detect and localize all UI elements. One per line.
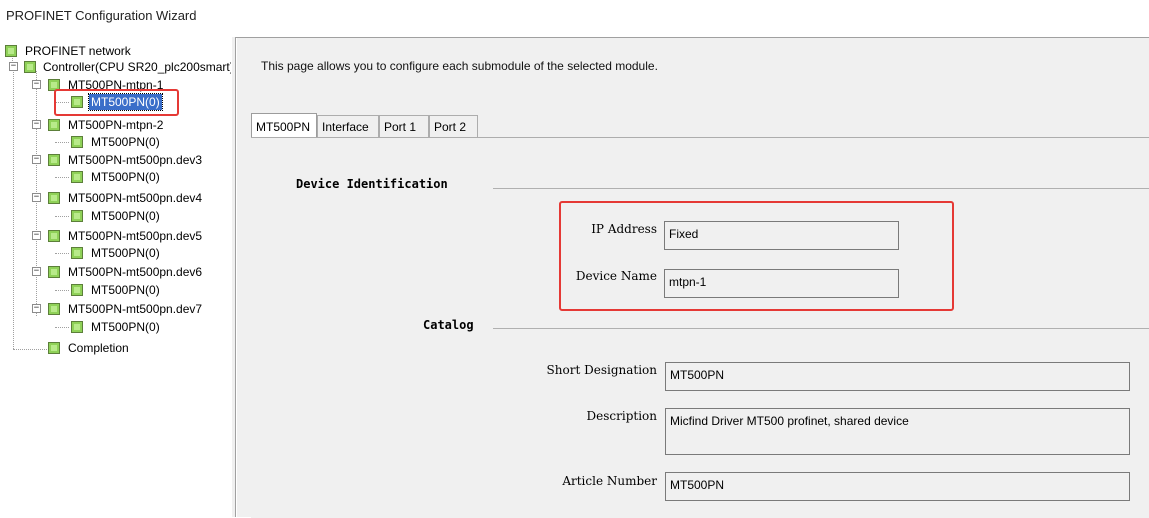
tab-mt500pn[interactable]: MT500PN (251, 113, 317, 138)
tree-item-label: MT500PN(0) (91, 246, 160, 260)
device-node-icon (48, 192, 60, 204)
article-number-field[interactable]: MT500PN (665, 472, 1130, 501)
short-designation-field[interactable]: MT500PN (665, 362, 1130, 391)
collapse-icon[interactable]: − (32, 231, 41, 240)
tree-connector (13, 69, 14, 349)
tree-connector (55, 327, 69, 328)
tree-item-label: MT500PN(0) (91, 320, 160, 334)
tree-item-label: MT500PN(0) (91, 209, 160, 223)
device-node-icon (48, 230, 60, 242)
tree-item-label: MT500PN-mt500pn.dev7 (68, 302, 203, 316)
tree-item-label: MT500PN-mt500pn.dev5 (68, 229, 203, 243)
tree-connector (55, 253, 69, 254)
module-node-icon (71, 171, 83, 183)
tree-connector (55, 142, 69, 143)
section-divider (493, 328, 1149, 329)
device-node-icon (48, 266, 60, 278)
device-node-icon (48, 119, 60, 131)
tree-item-label: MT500PN-mt500pn.dev4 (68, 191, 203, 205)
tree-item-label: MT500PN-mt500pn.dev3 (68, 153, 203, 167)
tree-item-label: MT500PN-mt500pn.dev6 (68, 265, 203, 279)
module-node-icon (71, 136, 83, 148)
tree-connector (13, 349, 49, 350)
section-heading-device-identification: Device Identification (296, 177, 448, 191)
tree-item-label: MT500PN(0) (91, 135, 160, 149)
collapse-icon[interactable]: − (32, 80, 41, 89)
collapse-icon[interactable]: − (9, 62, 18, 71)
controller-node-icon (24, 61, 36, 73)
description-field[interactable]: Micfind Driver MT500 profinet, shared de… (665, 408, 1130, 455)
module-node-icon (71, 321, 83, 333)
highlight-box (559, 201, 954, 311)
tree-item-label: Completion (68, 341, 129, 355)
collapse-icon[interactable]: − (32, 155, 41, 164)
module-node-icon (71, 210, 83, 222)
tree-item-label: MT500PN(0) (91, 170, 160, 184)
tree-item-label: MT500PN-mtpn-2 (68, 118, 164, 132)
config-panel: This page allows you to configure each s… (237, 38, 1149, 518)
collapse-icon[interactable]: − (32, 267, 41, 276)
tree-connector (55, 216, 69, 217)
highlight-box (54, 89, 179, 116)
collapse-icon[interactable]: − (32, 193, 41, 202)
pane-splitter[interactable] (231, 37, 236, 517)
tree-connector (55, 290, 69, 291)
description-label: Description (586, 409, 657, 423)
page-description: This page allows you to configure each s… (261, 59, 658, 73)
short-designation-label: Short Designation (546, 363, 657, 377)
tab-port-1[interactable]: Port 1 (379, 115, 429, 137)
tree-item-label: PROFINET network (25, 44, 131, 58)
module-node-icon (71, 284, 83, 296)
tab-interface[interactable]: Interface (317, 115, 379, 137)
collapse-icon[interactable]: − (32, 120, 41, 129)
device-tree[interactable]: PROFINET network − Controller(CPU SR20_p… (0, 37, 232, 517)
window-title: PROFINET Configuration Wizard (6, 8, 197, 23)
collapse-icon[interactable]: − (32, 304, 41, 313)
tree-connector (55, 177, 69, 178)
device-node-icon (48, 303, 60, 315)
article-number-label: Article Number (562, 474, 657, 488)
section-divider (493, 188, 1149, 189)
tree-item-label: Controller(CPU SR20_plc200smart) (43, 60, 232, 74)
tab-port-2[interactable]: Port 2 (429, 115, 478, 137)
network-node-icon (5, 45, 17, 57)
tree-item-label: MT500PN(0) (91, 283, 160, 297)
device-node-icon (48, 154, 60, 166)
module-node-icon (71, 247, 83, 259)
completion-node-icon (48, 342, 60, 354)
section-heading-catalog: Catalog (423, 318, 474, 332)
